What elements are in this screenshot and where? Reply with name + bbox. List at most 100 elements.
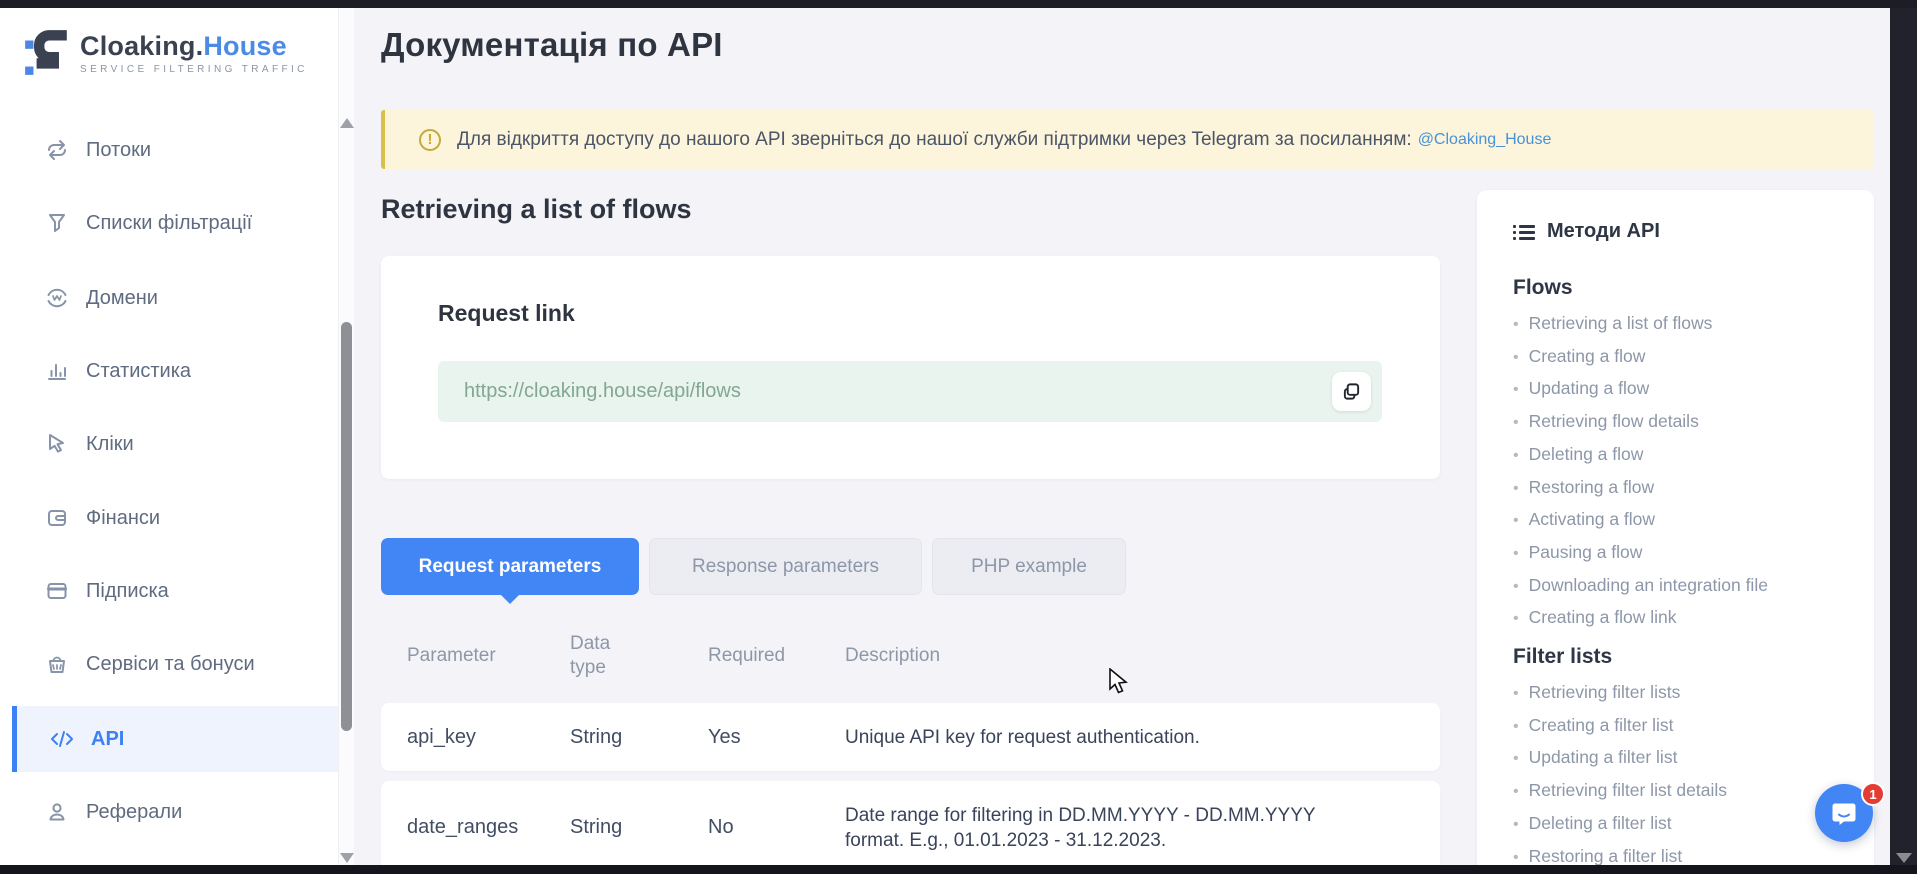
column-header-required: Required	[708, 644, 845, 668]
bullet-icon: •	[1513, 783, 1519, 800]
sidebar-item-label: Фінанси	[86, 507, 160, 530]
column-header-parameter: Parameter	[407, 644, 570, 668]
methods-header: Методи API	[1513, 220, 1874, 243]
sidebar-item-flows[interactable]: Потоки	[0, 114, 338, 186]
request-link-title: Request link	[438, 300, 575, 327]
bullet-icon: •	[1513, 381, 1519, 398]
methods-panel-title: Методи API	[1547, 220, 1660, 243]
method-link[interactable]: •Retrieving flow details	[1513, 406, 1874, 439]
sidebar-scrollbar-up-arrow-icon[interactable]	[340, 118, 354, 128]
method-link[interactable]: •Updating a filter list	[1513, 742, 1874, 775]
referrals-person-icon	[44, 799, 70, 825]
sidebar: Cloaking.House SERVICE FILTERING TRAFFIC…	[0, 8, 354, 865]
method-link[interactable]: •Restoring a flow	[1513, 472, 1874, 505]
bullet-icon: •	[1513, 512, 1519, 529]
cell-description: Unique API key for request authenticatio…	[845, 725, 1405, 750]
sidebar-item-finances[interactable]: Фінанси	[0, 482, 338, 554]
bullet-icon: •	[1513, 849, 1519, 866]
domains-globe-icon	[44, 285, 70, 311]
parameter-tabs: Request parameters Response parameters P…	[381, 538, 1126, 595]
notice-banner: ! Для відкриття доступу до нашого API зв…	[381, 110, 1874, 169]
method-link[interactable]: •Creating a flow link	[1513, 602, 1874, 635]
window-frame-top	[0, 0, 1917, 8]
bullet-icon: •	[1513, 816, 1519, 833]
api-code-icon	[49, 726, 75, 752]
sidebar-item-statistics[interactable]: Статистика	[0, 335, 338, 407]
table-row: api_key String Yes Unique API key for re…	[381, 703, 1440, 771]
services-gift-icon	[44, 651, 70, 677]
method-link[interactable]: •Retrieving a list of flows	[1513, 308, 1874, 341]
logo-text: Cloaking.House SERVICE FILTERING TRAFFIC	[80, 31, 308, 75]
telegram-link[interactable]: @Cloaking_House	[1418, 131, 1552, 149]
sidebar-item-services-bonuses[interactable]: Сервіси та бонуси	[0, 628, 338, 700]
sidebar-item-label: Підписка	[86, 580, 169, 603]
statistics-bars-icon	[44, 358, 70, 384]
sidebar-item-domains[interactable]: Домени	[0, 262, 338, 334]
list-icon	[1513, 222, 1535, 242]
api-methods-panel: Методи API Flows •Retrieving a list of f…	[1477, 190, 1874, 874]
method-link[interactable]: •Activating a flow	[1513, 504, 1874, 537]
window-frame-bottom	[0, 865, 1917, 874]
logo-tagline: SERVICE FILTERING TRAFFIC	[80, 64, 308, 75]
sidebar-item-referrals[interactable]: Реферали	[0, 776, 338, 848]
bullet-icon: •	[1513, 349, 1519, 366]
method-link[interactable]: •Retrieving filter lists	[1513, 677, 1874, 710]
sidebar-item-label: Домени	[86, 287, 158, 310]
sidebar-item-label: Статистика	[86, 360, 191, 383]
chat-bubble-icon	[1829, 798, 1859, 828]
page-title: Документація по API	[381, 26, 723, 64]
sidebar-item-label: Списки фільтрації	[86, 212, 252, 235]
finances-wallet-icon	[44, 505, 70, 531]
tab-response-parameters[interactable]: Response parameters	[649, 538, 922, 595]
method-link[interactable]: •Downloading an integration file	[1513, 570, 1874, 603]
methods-section-flows: Flows	[1513, 276, 1874, 300]
sidebar-item-label: Реферали	[86, 801, 182, 824]
bullet-icon: •	[1513, 750, 1519, 767]
table-header-row: Parameter Data type Required Description	[381, 618, 1440, 694]
method-link[interactable]: •Deleting a flow	[1513, 439, 1874, 472]
logo[interactable]: Cloaking.House SERVICE FILTERING TRAFFIC	[24, 28, 308, 78]
bullet-icon: •	[1513, 685, 1519, 702]
method-link[interactable]: •Creating a flow	[1513, 341, 1874, 374]
request-link-card: Request link https://cloaking.house/api/…	[381, 256, 1440, 479]
bullet-icon: •	[1513, 718, 1519, 735]
tab-request-parameters[interactable]: Request parameters	[381, 538, 639, 595]
method-link[interactable]: •Pausing a flow	[1513, 537, 1874, 570]
page-scrollbar-down-arrow-icon[interactable]	[1896, 853, 1912, 863]
section-title: Retrieving a list of flows	[381, 194, 692, 225]
table-row: date_ranges String No Date range for fil…	[381, 781, 1440, 874]
bullet-icon: •	[1513, 610, 1519, 627]
sidebar-scrollbar-down-arrow-icon[interactable]	[340, 853, 354, 863]
sidebar-item-filter-lists[interactable]: Списки фільтрації	[0, 187, 338, 259]
column-header-description: Description	[845, 644, 1440, 668]
page-scrollbar-track[interactable]	[1890, 0, 1917, 874]
chat-notification-badge: 1	[1861, 782, 1885, 806]
bullet-icon: •	[1513, 414, 1519, 431]
clicks-cursor-icon	[44, 431, 70, 457]
sidebar-item-label: API	[91, 728, 124, 751]
tab-php-example[interactable]: PHP example	[932, 538, 1126, 595]
flows-loop-icon	[44, 137, 70, 163]
copy-icon	[1342, 382, 1361, 401]
cell-description: Date range for filtering in DD.MM.YYYY -…	[845, 803, 1405, 853]
cell-required: Yes	[708, 726, 845, 749]
column-header-data-type: Data type	[570, 632, 660, 680]
bullet-icon: •	[1513, 447, 1519, 464]
cell-parameter: api_key	[407, 726, 570, 749]
method-link[interactable]: •Creating a filter list	[1513, 710, 1874, 743]
sidebar-item-clicks[interactable]: Кліки	[0, 408, 338, 480]
sidebar-item-subscription[interactable]: Підписка	[0, 555, 338, 627]
sidebar-scrollbar-thumb[interactable]	[341, 322, 352, 731]
request-url: https://cloaking.house/api/flows	[464, 380, 741, 403]
sidebar-item-api[interactable]: API	[12, 706, 338, 772]
logo-mark-icon	[24, 28, 70, 78]
bullet-icon: •	[1513, 545, 1519, 562]
copy-url-button[interactable]	[1332, 372, 1371, 411]
cell-required: No	[708, 816, 845, 839]
bullet-icon: •	[1513, 578, 1519, 595]
sidebar-item-label: Потоки	[86, 139, 151, 162]
methods-section-filter-lists: Filter lists	[1513, 645, 1874, 669]
cell-data-type: String	[570, 816, 708, 839]
cell-parameter: date_ranges	[407, 816, 570, 839]
method-link[interactable]: •Updating a flow	[1513, 373, 1874, 406]
